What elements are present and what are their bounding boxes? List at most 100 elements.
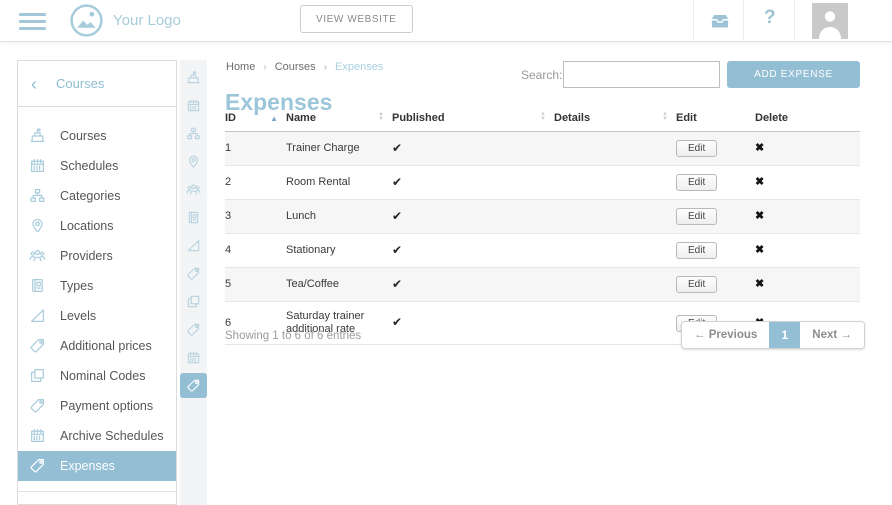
edit-button[interactable]: Edit	[676, 242, 717, 259]
rail-additional-prices-tag-icon[interactable]	[180, 259, 207, 287]
rail-levels-level-icon[interactable]	[180, 231, 207, 259]
breadcrumb-courses[interactable]: Courses	[275, 61, 316, 73]
people-icon	[29, 247, 47, 265]
next-page-button[interactable]: Next →	[800, 322, 864, 348]
rail-providers-people-icon[interactable]	[180, 175, 207, 203]
rail-archive-schedules-calendar-icon[interactable]	[180, 343, 207, 371]
hamburger-menu-icon[interactable]	[19, 9, 46, 33]
sidebar-item-categories[interactable]: Categories	[18, 181, 176, 211]
column-header-details[interactable]: Details▲▼	[554, 108, 676, 132]
school-icon	[29, 127, 47, 145]
rail-nominal-codes-pages-icon[interactable]	[180, 287, 207, 315]
sidebar-item-label: Types	[60, 279, 93, 293]
user-avatar[interactable]	[812, 3, 848, 39]
top-bar: Your Logo VIEW WEBSITE ?	[0, 0, 892, 42]
sort-ascending-icon: ▲	[270, 114, 278, 123]
calendar-icon	[29, 157, 47, 175]
calendar-icon	[29, 427, 47, 445]
rail-categories-sitemap-icon[interactable]	[180, 119, 207, 147]
tag-icon	[29, 397, 47, 415]
cell-published: ✔	[392, 268, 554, 302]
cell-published: ✔	[392, 132, 554, 166]
pages-icon	[29, 367, 47, 385]
rail-courses-school-icon[interactable]	[180, 63, 207, 91]
published-check-icon: ✔	[392, 243, 402, 257]
breadcrumb-separator-icon: ›	[263, 62, 266, 73]
sidebar-item-providers[interactable]: Providers	[18, 241, 176, 271]
sort-both-icon: ▲▼	[540, 112, 546, 122]
delete-icon[interactable]: ✖	[755, 278, 764, 290]
breadcrumb-separator-icon: ›	[324, 62, 327, 73]
logo[interactable]: Your Logo	[69, 3, 181, 38]
column-header-edit: Edit	[676, 108, 755, 132]
sitemap-icon	[29, 187, 47, 205]
pagination: ← Previous 1 Next →	[681, 321, 865, 349]
cell-published: ✔	[392, 234, 554, 268]
table-header-row: ID▲Name▲▼Published▲▼Details▲▼EditDelete	[225, 108, 860, 132]
sidebar-item-label: Payment options	[60, 399, 153, 413]
column-label: Name	[286, 112, 316, 124]
sidebar-item-schedules[interactable]: Schedules	[18, 151, 176, 181]
published-check-icon: ✔	[392, 209, 402, 223]
search-input[interactable]	[563, 61, 720, 88]
tag-icon	[29, 457, 47, 475]
add-expense-button[interactable]: ADD EXPENSE	[727, 61, 860, 88]
cell-id: 2	[225, 166, 286, 200]
rail-schedules-calendar-icon[interactable]	[180, 91, 207, 119]
sidebar-item-levels[interactable]: Levels	[18, 301, 176, 331]
delete-icon[interactable]: ✖	[755, 244, 764, 256]
sidebar-item-additional-prices[interactable]: Additional prices	[18, 331, 176, 361]
column-label: Edit	[676, 112, 697, 124]
cell-details	[554, 302, 676, 345]
column-header-published[interactable]: Published ▲▼	[392, 108, 554, 132]
delete-icon[interactable]: ✖	[755, 142, 764, 154]
cell-details	[554, 268, 676, 302]
sidebar-item-courses[interactable]: Courses	[18, 121, 176, 151]
sidebar-item-types[interactable]: Types	[18, 271, 176, 301]
sidebar-item-nominal-codes[interactable]: Nominal Codes	[18, 361, 176, 391]
rail-locations-location-pin-icon[interactable]	[180, 147, 207, 175]
cell-edit: Edit	[676, 200, 755, 234]
location-pin-icon	[29, 217, 47, 235]
published-check-icon: ✔	[392, 277, 402, 291]
breadcrumb-home[interactable]: Home	[226, 61, 255, 73]
help-icon[interactable]: ?	[758, 6, 782, 30]
sidebar: ‹ Courses CoursesSchedulesCategories Loca…	[17, 60, 177, 505]
edit-button[interactable]: Edit	[676, 174, 717, 191]
rail-payment-options-tag-icon[interactable]	[180, 315, 207, 343]
inbox-icon[interactable]	[707, 8, 733, 34]
breadcrumb: Home›Courses›Expenses	[226, 61, 383, 73]
previous-page-button[interactable]: ← Previous	[682, 322, 769, 348]
cell-edit: Edit	[676, 234, 755, 268]
logo-image-icon	[69, 3, 104, 38]
sidebar-item-label: Nominal Codes	[60, 369, 145, 383]
page-number-1[interactable]: 1	[769, 322, 800, 348]
sidebar-item-locations[interactable]: Locations	[18, 211, 176, 241]
rail-expenses-tag-icon[interactable]	[180, 373, 207, 398]
edit-button[interactable]: Edit	[676, 208, 717, 225]
column-label: Published	[392, 112, 445, 124]
column-label: ID	[225, 112, 236, 124]
edit-button[interactable]: Edit	[676, 140, 717, 157]
sidebar-menu: CoursesSchedulesCategories Locations Provi…	[18, 107, 176, 481]
sidebar-item-archive-schedules[interactable]: Archive Schedules	[18, 421, 176, 451]
cell-delete: ✖	[755, 132, 860, 166]
delete-icon[interactable]: ✖	[755, 210, 764, 222]
sidebar-item-label: Locations	[60, 219, 114, 233]
published-check-icon: ✔	[392, 141, 402, 155]
cell-id: 1	[225, 132, 286, 166]
column-header-id[interactable]: ID ▲	[225, 108, 286, 132]
sort-both-icon: ▲▼	[378, 112, 384, 122]
column-header-name[interactable]: Name ▲▼	[286, 108, 392, 132]
edit-button[interactable]: Edit	[676, 276, 717, 293]
sidebar-item-label: Levels	[60, 309, 96, 323]
sidebar-back-header[interactable]: ‹ Courses	[18, 61, 176, 107]
rail-types-book-icon[interactable]	[180, 203, 207, 231]
cell-edit: Edit	[676, 132, 755, 166]
sidebar-item-payment-options[interactable]: Payment options	[18, 391, 176, 421]
sidebar-item-expenses[interactable]: Expenses	[18, 451, 176, 481]
view-website-button[interactable]: VIEW WEBSITE	[300, 5, 413, 33]
cell-details	[554, 132, 676, 166]
table-row: 4Stationary✔Edit✖	[225, 234, 860, 268]
delete-icon[interactable]: ✖	[755, 176, 764, 188]
